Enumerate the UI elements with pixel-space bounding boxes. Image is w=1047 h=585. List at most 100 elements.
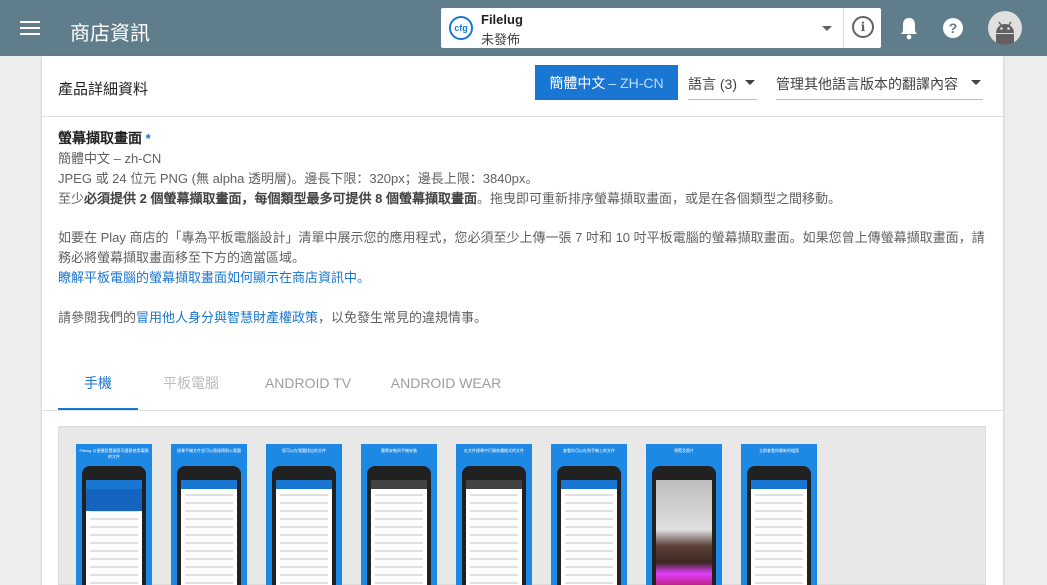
help-icon[interactable]: ?: [943, 18, 963, 38]
app-bar: [466, 480, 522, 489]
list-row: [470, 566, 518, 568]
app-bar: [561, 480, 617, 489]
list-row: [280, 574, 328, 576]
req-min: 必須提供 2 個螢幕擷取畫面: [84, 191, 242, 206]
info-icon[interactable]: i: [852, 16, 874, 38]
tab-android-tv[interactable]: ANDROID TV: [258, 356, 358, 410]
list-row: [470, 518, 518, 520]
list-row: [90, 526, 138, 528]
list-row: [375, 566, 423, 568]
phone-screen: [466, 480, 522, 585]
count-requirements: 至少必須提供 2 個螢幕擷取畫面，每個類型最多可提供 8 個螢幕擷取畫面。拖曳即…: [58, 189, 988, 209]
manage-translations-dropdown[interactable]: 管理其他語言版本的翻譯內容: [776, 65, 983, 100]
tablet-help-link[interactable]: 瞭解平板電腦的螢幕擷取畫面如何顯示在商店資訊中。: [58, 270, 370, 285]
required-mark: *: [145, 131, 151, 146]
phone-screen: [751, 480, 807, 585]
android-avatar-icon[interactable]: [988, 11, 1022, 45]
screenshot-strip: Filelug 以便捷設置讓您可隨意使用電腦的文件 搜尋手機文件並可以直接傳到公電…: [58, 426, 986, 585]
list-row: [565, 558, 613, 560]
divider: [42, 410, 1003, 411]
list-row: [565, 518, 613, 520]
screenshot-thumbnail[interactable]: 您可以在電腦找出的文件: [266, 444, 342, 585]
list-row: [185, 534, 233, 536]
screenshot-caption: 搜尋手機文件並可以直接傳到公電腦: [177, 448, 241, 453]
hamburger-menu-icon[interactable]: [20, 18, 42, 38]
req-max: 每個類型最多可提供 8 個螢幕擷取畫面: [254, 191, 477, 206]
card-header: 產品詳細資料 簡體中文 – ZH-CN 語言 (3) 管理其他語言版本的翻譯內容: [42, 56, 1003, 117]
chevron-down-icon[interactable]: [822, 26, 832, 31]
list-row: [565, 582, 613, 584]
list-row: [375, 558, 423, 560]
nav-drawer: [86, 489, 142, 511]
list-row: [470, 510, 518, 512]
list-row: [755, 558, 803, 560]
list-row: [185, 550, 233, 552]
screenshots-field: 螢幕擷取畫面 * 簡體中文 – zh-CN JPEG 或 24 位元 PNG (…: [58, 128, 988, 325]
list-row: [90, 582, 138, 584]
screenshot-thumbnail[interactable]: 簡單安裝與手機安裝: [361, 444, 437, 585]
list-row: [185, 558, 233, 560]
language-code: – ZH-CN: [608, 74, 664, 91]
policy-link[interactable]: 冒用他人身分與智慧財產權政策: [136, 310, 318, 325]
req-prefix: 至少: [58, 191, 85, 206]
phone-frame: [367, 466, 431, 585]
manage-translations-label: 管理其他語言版本的翻譯內容: [776, 76, 958, 92]
policy-note: 請參閱我們的冒用他人身分與智慧財產權政策，以免發生常見的違規情事。: [58, 308, 487, 328]
list-row: [375, 526, 423, 528]
list-row: [280, 534, 328, 536]
tablet-note: 如要在 Play 商店的「專為平板電腦設計」清單中展示您的應用程式，您必須至少上…: [58, 228, 988, 288]
list-row: [185, 510, 233, 512]
screenshot-thumbnail[interactable]: 在文件搜尋中打開各種格式的文件: [456, 444, 532, 585]
list-row: [470, 494, 518, 496]
list-row: [565, 534, 613, 536]
list-row: [280, 502, 328, 504]
list-row: [470, 526, 518, 528]
list-row: [565, 550, 613, 552]
screenshot-thumbnail[interactable]: 預覽及照片: [646, 444, 722, 585]
list-row: [185, 574, 233, 576]
list-row: [185, 494, 233, 496]
list-row: [280, 566, 328, 568]
phone-frame: [462, 466, 526, 585]
notifications-bell-icon[interactable]: [898, 16, 920, 40]
app-bar: [751, 480, 807, 489]
phone-screen: [371, 480, 427, 585]
list-row: [755, 534, 803, 536]
app-selector[interactable]: cfg Filelug 未發佈 i: [441, 8, 881, 48]
list-row: [280, 526, 328, 528]
screenshot-thumbnail[interactable]: Filelug 以便捷設置讓您可隨意使用電腦的文件: [76, 444, 152, 585]
screenshot-thumbnail[interactable]: 查看你可以存到手機上的文件: [551, 444, 627, 585]
screenshot-thumbnail[interactable]: 搜尋手機文件並可以直接傳到公電腦: [171, 444, 247, 585]
list-row: [90, 550, 138, 552]
list-row: [565, 526, 613, 528]
list-row: [280, 542, 328, 544]
tab-phone[interactable]: 手機: [58, 356, 138, 410]
list-row: [565, 542, 613, 544]
top-app-bar: 商店資訊 cfg Filelug 未發佈 i ?: [0, 0, 1047, 56]
list-row: [755, 574, 803, 576]
chevron-down-icon: [971, 80, 981, 85]
app-name: Filelug: [481, 12, 523, 27]
list-row: [185, 502, 233, 504]
tab-tablet[interactable]: 平板電腦: [151, 356, 231, 410]
phone-screen: [656, 480, 712, 585]
tablet-note-text: 如要在 Play 商店的「專為平板電腦設計」清單中展示您的應用程式，您必須至少上…: [58, 230, 985, 265]
list-row: [280, 582, 328, 584]
list-row: [375, 582, 423, 584]
screenshot-thumbnail[interactable]: 立即查看你最新的檔案: [741, 444, 817, 585]
list-row: [470, 542, 518, 544]
languages-dropdown[interactable]: 語言 (3): [688, 65, 757, 100]
app-bar: [181, 480, 237, 489]
filelug-logo-icon: cfg: [449, 16, 473, 40]
list-row: [90, 574, 138, 576]
list-row: [565, 574, 613, 576]
tab-android-wear[interactable]: ANDROID WEAR: [388, 356, 504, 410]
chevron-down-icon: [745, 80, 755, 85]
screenshot-caption: 在文件搜尋中打開各種格式的文件: [464, 448, 524, 453]
screenshot-caption: Filelug 以便捷設置讓您可隨意使用電腦的文件: [79, 448, 149, 459]
list-row: [470, 558, 518, 560]
list-row: [280, 550, 328, 552]
app-bar: [371, 480, 427, 489]
req-suffix: 。拖曳即可重新排序螢幕擷取畫面，或是在各個類型之間移動。: [476, 191, 841, 206]
current-language-button[interactable]: 簡體中文 – ZH-CN: [535, 65, 678, 100]
